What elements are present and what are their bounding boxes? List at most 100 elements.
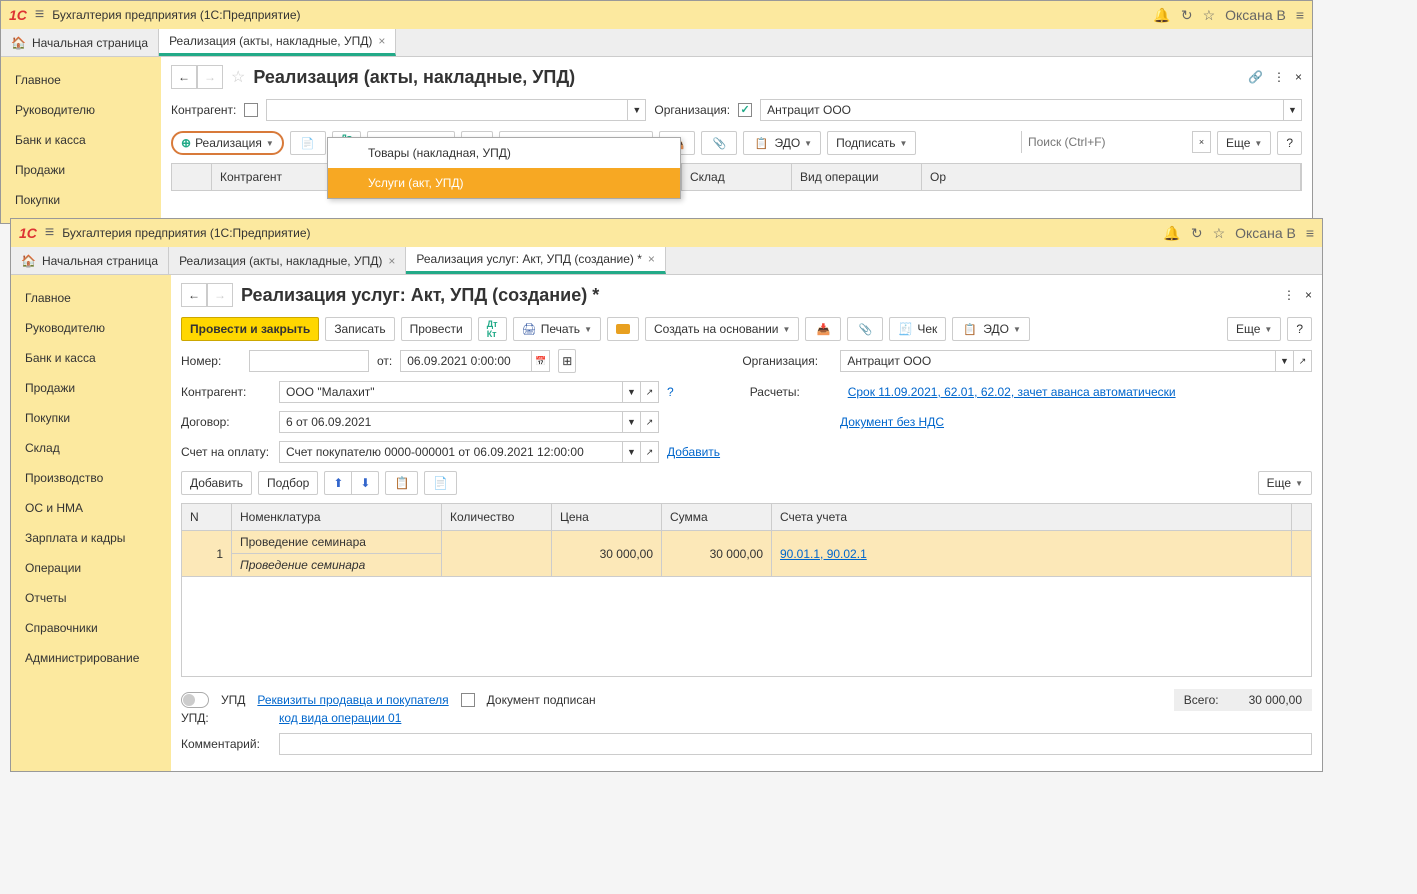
cell-nomen[interactable]: Проведение семинара [232,531,442,554]
hamburger-icon[interactable]: ≡ [35,6,44,24]
forward-button[interactable]: → [197,65,223,89]
close-icon[interactable]: × [378,34,385,48]
th-optype[interactable]: Вид операции [792,164,922,190]
home-tab[interactable]: 🏠 Начальная страница [11,247,169,274]
calendar-icon[interactable]: 📅 [531,351,549,371]
close-icon[interactable]: × [1305,288,1312,302]
counterparty-combo[interactable]: ▼ [266,99,646,121]
help-button[interactable]: ? [1277,131,1302,155]
write-button[interactable]: Записать [325,317,394,341]
th-nomen[interactable]: Номенклатура [232,504,442,531]
th-price[interactable]: Цена [552,504,662,531]
sidebar-item-main[interactable]: Главное [11,283,171,313]
th-or[interactable]: Ор [922,164,1301,190]
nds-link[interactable]: Документ без НДС [840,415,944,429]
sidebar-item-admin[interactable]: Администрирование [11,643,171,673]
open-icon[interactable]: ↗ [1293,351,1311,371]
sidebar-item-main[interactable]: Главное [1,65,161,95]
attach-button[interactable]: 📎 [847,317,883,341]
org-checkbox[interactable] [738,103,752,117]
cell-sum[interactable]: 30 000,00 [662,531,772,577]
pick-button[interactable]: Подбор [258,471,318,495]
star-icon[interactable]: ☆ [1213,225,1226,242]
search-input[interactable] [1022,130,1192,154]
dt-kt-button[interactable]: ДтКт [478,317,507,341]
hamburger-icon[interactable]: ≡ [45,224,54,242]
history-icon[interactable]: ↻ [1181,7,1193,24]
star-icon[interactable]: ☆ [1203,7,1216,24]
org-combo[interactable]: Антрацит ООО ▼ ↗ [840,350,1312,372]
sidebar-item-os[interactable]: ОС и НМА [11,493,171,523]
invoice-combo[interactable]: Счет покупателю 0000-000001 от 06.09.202… [279,441,659,463]
accounts-link[interactable]: 90.01.1, 90.02.1 [780,547,867,561]
cell-nomen-sub[interactable]: Проведение семинара [232,554,442,577]
edo-button[interactable]: 📋 ЭДО ▼ [743,131,821,155]
form-options-button[interactable]: ⊞ [558,349,576,373]
sidebar-item-bank[interactable]: Банк и касса [1,125,161,155]
dropdown-item-services[interactable]: Услуги (акт, УПД) [328,168,680,198]
create-base-button[interactable]: Создать на основании ▼ [645,317,799,341]
clear-icon[interactable]: × [1192,132,1210,152]
cell-n[interactable]: 1 [182,531,232,577]
more-button[interactable]: Еще ▼ [1227,317,1281,341]
calc-link[interactable]: Срок 11.09.2021, 62.01, 62.02, зачет ава… [848,385,1176,399]
open-icon[interactable]: ↗ [640,412,658,432]
post-button[interactable]: Провести [401,317,472,341]
counterparty-checkbox[interactable] [244,103,258,117]
add-invoice-link[interactable]: Добавить [667,445,720,459]
cell-accounts[interactable]: 90.01.1, 90.02.1 [772,531,1292,577]
kebab-icon[interactable]: ⋮ [1283,288,1295,302]
chevron-down-icon[interactable]: ▼ [622,442,640,462]
chevron-down-icon[interactable]: ▼ [1275,351,1293,371]
more-button[interactable]: Еще ▼ [1217,131,1271,155]
org-combo[interactable]: Антрацит ООО ▼ [760,99,1302,121]
sidebar-item-refs[interactable]: Справочники [11,613,171,643]
sidebar-item-production[interactable]: Производство [11,463,171,493]
forward-button[interactable]: → [207,283,233,307]
link-icon[interactable]: 🔗 [1248,70,1263,84]
th-sum[interactable]: Сумма [662,504,772,531]
print-button[interactable]: 🖨 Печать ▼ [513,317,601,341]
upd-toggle[interactable] [181,692,209,708]
seller-link[interactable]: Реквизиты продавца и покупателя [257,693,448,707]
th-n[interactable]: N [182,504,232,531]
edo-button[interactable]: 📋 ЭДО ▼ [952,317,1030,341]
sign-button[interactable]: Подписать ▼ [827,131,916,155]
history-icon[interactable]: ↻ [1191,225,1203,242]
counterparty-help[interactable]: ? [667,385,674,399]
dropdown-item-goods[interactable]: Товары (накладная, УПД) [328,138,680,168]
back-button[interactable]: ← [171,65,197,89]
signed-checkbox[interactable] [461,693,475,707]
home-tab[interactable]: 🏠 Начальная страница [1,29,159,56]
kebab-icon[interactable]: ⋮ [1273,70,1285,84]
tab-realization[interactable]: Реализация (акты, накладные, УПД) × [169,247,406,274]
open-icon[interactable]: ↗ [640,442,658,462]
add-row-button[interactable]: Добавить [181,471,252,495]
sidebar-item-reports[interactable]: Отчеты [11,583,171,613]
tab-services-create[interactable]: Реализация услуг: Акт, УПД (создание) * … [406,247,666,274]
close-icon[interactable]: × [1295,70,1302,84]
sidebar-item-manager[interactable]: Руководителю [11,313,171,343]
realize-button[interactable]: ⊕ Реализация ▼ [171,131,284,155]
chevron-down-icon[interactable]: ▼ [622,382,640,402]
table-row[interactable]: 1 Проведение семинара 30 000,00 30 000,0… [182,531,1312,554]
paste-rows-button[interactable]: 📄 [424,471,457,495]
contract-combo[interactable]: 6 от 06.09.2021 ▼ ↗ [279,411,659,433]
th-warehouse[interactable]: Склад [682,164,792,190]
post-close-button[interactable]: Провести и закрыть [181,317,319,341]
cell-qty[interactable] [442,531,552,577]
sidebar-item-sales[interactable]: Продажи [1,155,161,185]
sidebar-item-purchases[interactable]: Покупки [1,185,161,215]
cell-price[interactable]: 30 000,00 [552,531,662,577]
attach-button[interactable]: 📎 [701,131,737,155]
number-input[interactable] [249,350,369,372]
chevron-down-icon[interactable]: ▼ [1283,100,1301,120]
move-up-button[interactable]: ⬆ [324,471,352,495]
counterparty-combo[interactable]: ООО "Малахит" ▼ ↗ [279,381,659,403]
comment-input[interactable] [279,733,1312,755]
tab-realization[interactable]: Реализация (акты, накладные, УПД) × [159,29,396,56]
load-button[interactable]: 📥 [805,317,841,341]
mail-button[interactable] [607,317,639,341]
menu-icon[interactable]: ≡ [1296,7,1304,23]
chevron-down-icon[interactable]: ▼ [627,100,645,120]
